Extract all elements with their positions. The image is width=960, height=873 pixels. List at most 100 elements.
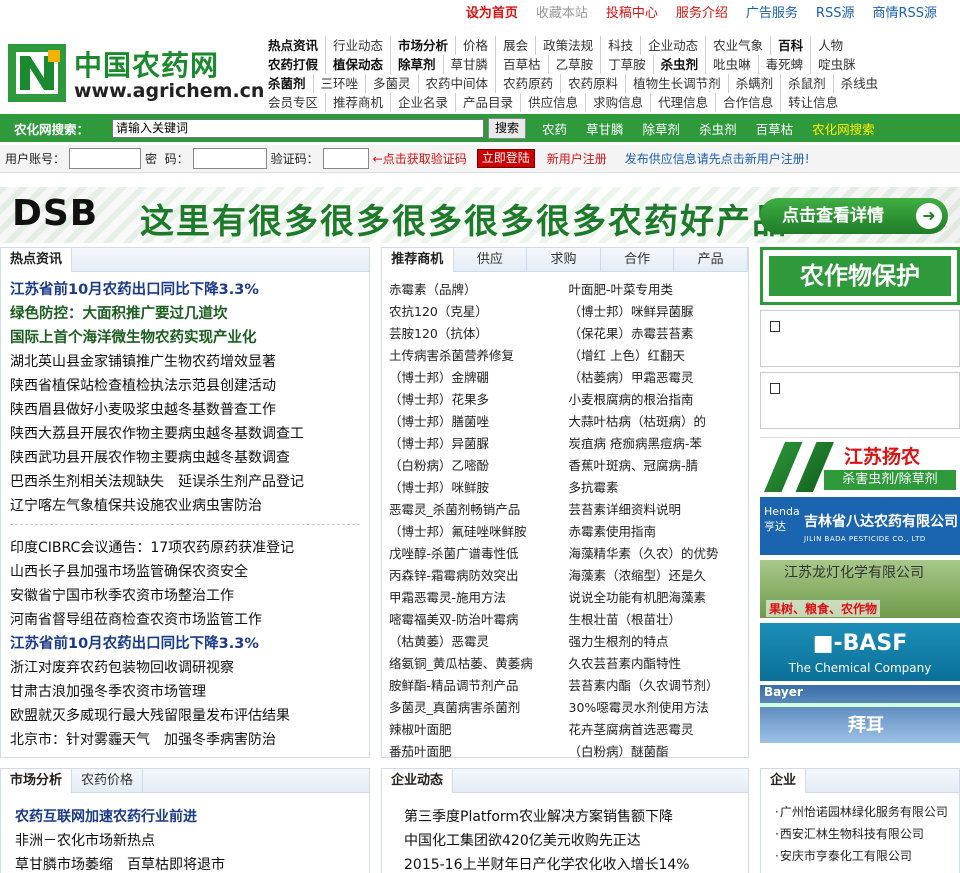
yangnong-ad[interactable]: 江苏扬农 杀害虫剂/除草剂 [760,437,960,495]
opportunity-item[interactable]: 芸胺120（抗体） [389,323,569,345]
search-input[interactable]: 请输入关键词 [112,118,484,138]
opportunity-item[interactable]: 叶面肥-叶菜专用类 [569,279,749,301]
opportunity-item[interactable]: 番茄叶面肥 [389,741,569,763]
news-item[interactable]: 江苏省前10月农药出口同比下降3.3% [10,632,369,656]
opportunity-item[interactable]: 久农芸苔素内酯特性 [569,653,749,675]
opportunity-item[interactable]: 络氨铜_黄瓜枯萎、黄萎病 [389,653,569,675]
opportunity-item[interactable]: 赤霉素（品牌） [389,279,569,301]
corp-news-item[interactable]: 第三季度Platform农业解决方案销售额下降 [404,805,748,829]
news-item[interactable]: 河南省督导组莅商检查农资市场监管工作 [10,608,369,632]
nav-link[interactable]: 行业动态 [325,36,390,55]
nav-link[interactable]: 杀菌剂 [266,74,313,93]
opportunity-item[interactable]: 小麦根腐病的根治指南 [569,389,749,411]
opportunity-item[interactable]: 农抗120（克星） [389,301,569,323]
nav-link[interactable]: 三环唑 [312,74,366,93]
nav-link[interactable]: 热点资讯 [266,36,325,55]
tab-firms[interactable]: 企业 [761,769,807,793]
nav-link[interactable]: 除草剂 [390,55,443,74]
news-item[interactable]: 甘肃古浪加强冬季农资市场管理 [10,680,369,704]
opportunity-item[interactable]: 丙森锌-霜霉病防效突出 [389,565,569,587]
opportunity-item[interactable]: 胺鲜酯-精品调节剂产品 [389,675,569,697]
nav-link[interactable]: 多菌灵 [365,74,418,93]
nav-link[interactable]: 百草枯 [495,55,548,74]
register-link[interactable]: 新用户注册 [547,150,607,167]
opportunity-item[interactable]: （白粉病）乙嘧酚 [389,455,569,477]
tab-market[interactable]: 市场分析 [1,769,73,793]
top-link[interactable]: 投稿中心 [597,3,667,25]
tab-opportunity[interactable]: 供应 [454,248,528,271]
search-button[interactable]: 搜索 [488,117,527,139]
nav-link[interactable]: 企业动态 [640,36,705,55]
tab-opportunity[interactable]: 推荐商机 [382,248,454,272]
nav-link[interactable]: 推荐商机 [325,93,390,112]
site-logo[interactable]: 中国农药网 www.agrichem.cn [8,44,264,102]
quick-link[interactable]: 杀虫剂 [699,119,737,138]
opportunity-item[interactable]: （枯黄萎）恶霉灵 [389,631,569,653]
news-item[interactable]: 安徽省宁国市秋季农资市场整治工作 [10,584,369,608]
tab-opportunity[interactable]: 产品 [674,248,748,271]
opportunity-item[interactable]: 甲霜恶霉灵-施用方法 [389,587,569,609]
top-link[interactable]: RSS源 [807,3,864,25]
opportunity-item[interactable]: 强力生根剂的特点 [569,631,749,653]
opportunity-item[interactable]: 生根壮苗（根苗壮） [569,609,749,631]
nav-link[interactable]: 植物生长调节剂 [625,74,728,93]
nav-link[interactable]: 合作信息 [715,93,780,112]
news-item[interactable]: 北京市：针对雾霾天气 加强冬季病害防治 [10,728,369,752]
nav-link[interactable]: 产品目录 [455,93,520,112]
nav-link[interactable]: 丁草胺 [600,55,653,74]
nav-link[interactable]: 杀线虫 [832,74,886,93]
market-item[interactable]: 草甘膦市场萎缩 百草枯即将退市 [15,853,369,873]
quick-link[interactable]: 除草剂 [643,119,681,138]
top-link[interactable]: 服务介绍 [667,3,737,25]
nav-link[interactable]: 代理信息 [650,93,715,112]
opportunity-item[interactable]: （博士邦）膳菌唑 [389,411,569,433]
news-item[interactable]: 湖北英山县金家铺镇推广生物农药增效显著 [10,350,369,374]
news-item[interactable]: 印度CIBRC会议通告：17项农药原药获准登记 [10,536,369,560]
nav-link[interactable]: 人物 [810,36,850,55]
opportunity-item[interactable]: 嘧霉福美双-防治叶霉病 [389,609,569,631]
nav-link[interactable]: 农药打假 [266,55,325,74]
opportunity-item[interactable]: （博士邦）咪鲜异菌脲 [569,301,749,323]
firm-item[interactable]: 西安汇林生物科技有限公司 [775,823,959,845]
opportunity-item[interactable]: （保花果）赤霉芸苔素 [569,323,749,345]
opportunity-item[interactable]: 花卉茎腐病首选恶霉灵 [569,719,749,741]
headline-item[interactable]: 国际上首个海洋微生物农药实现产业化 [10,326,369,350]
nav-link[interactable]: 展会 [495,36,535,55]
nav-link[interactable]: 吡虫啉 [705,55,758,74]
opportunity-item[interactable]: （白粉病）醚菌酯 [569,741,749,763]
password-input[interactable] [192,148,267,169]
quick-link[interactable]: 百草枯 [756,119,794,138]
news-item[interactable]: 陕西省植保站检查植检执法示范县创建活动 [10,374,369,398]
top-link[interactable]: 收藏本站 [527,3,597,25]
opportunity-item[interactable]: 辣椒叶面肥 [389,719,569,741]
headline-item[interactable]: 绿色防控：大面积推广要过几道坎 [10,302,369,326]
market-item[interactable]: 非洲－农化市场新热点 [15,829,369,853]
corp-news-item[interactable]: 2015-16上半财年日产化学农化收入增长14% [404,853,748,873]
login-button[interactable]: 立即登陆 [476,149,535,168]
nav-link[interactable]: 农药原料 [560,74,625,93]
tab-corp-news[interactable]: 企业动态 [382,769,454,793]
nav-link[interactable]: 市场分析 [390,36,455,55]
quick-link[interactable]: 农药 [542,119,567,138]
quick-link[interactable]: 草甘膦 [586,119,624,138]
nav-link[interactable]: 价格 [455,36,495,55]
opportunity-item[interactable]: 香蕉叶斑病、冠腐病-腈 [569,455,749,477]
opportunity-item[interactable]: 说说全功能有机肥海藻素 [569,587,749,609]
news-item[interactable]: 陕西大荔县开展农作物主要病虫越冬基数调查工 [10,422,369,446]
broken-image-ad-1[interactable] [760,310,960,367]
nav-link[interactable]: 政策法规 [535,36,600,55]
top-link[interactable]: 广告服务 [737,3,807,25]
nav-link[interactable]: 供应信息 [520,93,585,112]
bada-ad[interactable]: Henda 亨达 吉林省八达农药有限公司 JILIN BADA PESTICID… [760,497,960,555]
opportunity-item[interactable]: 土传病害杀菌营养修复 [389,345,569,367]
news-item[interactable]: 陕西眉县做好小麦吸浆虫越冬基数普查工作 [10,398,369,422]
longdeng-ad[interactable]: 江苏龙灯化学有限公司 果树、粮食、农作物 [760,560,960,618]
opportunity-item[interactable]: 戊唑醇-杀菌广谱毒性低 [389,543,569,565]
opportunity-item[interactable]: 多抗霉素 [569,477,749,499]
bayer-ad[interactable]: Bayer 拜耳 [760,685,960,743]
opportunity-item[interactable]: 海藻精华素（久农）的优势 [569,543,749,565]
nav-link[interactable]: 乙草胺 [547,55,601,74]
nav-link[interactable]: 草甘膦 [442,55,496,74]
headline-item[interactable]: 江苏省前10月农药出口同比下降3.3% [10,278,369,302]
supply-register-link[interactable]: 发布供应信息请先点击新用户注册! [625,150,810,167]
